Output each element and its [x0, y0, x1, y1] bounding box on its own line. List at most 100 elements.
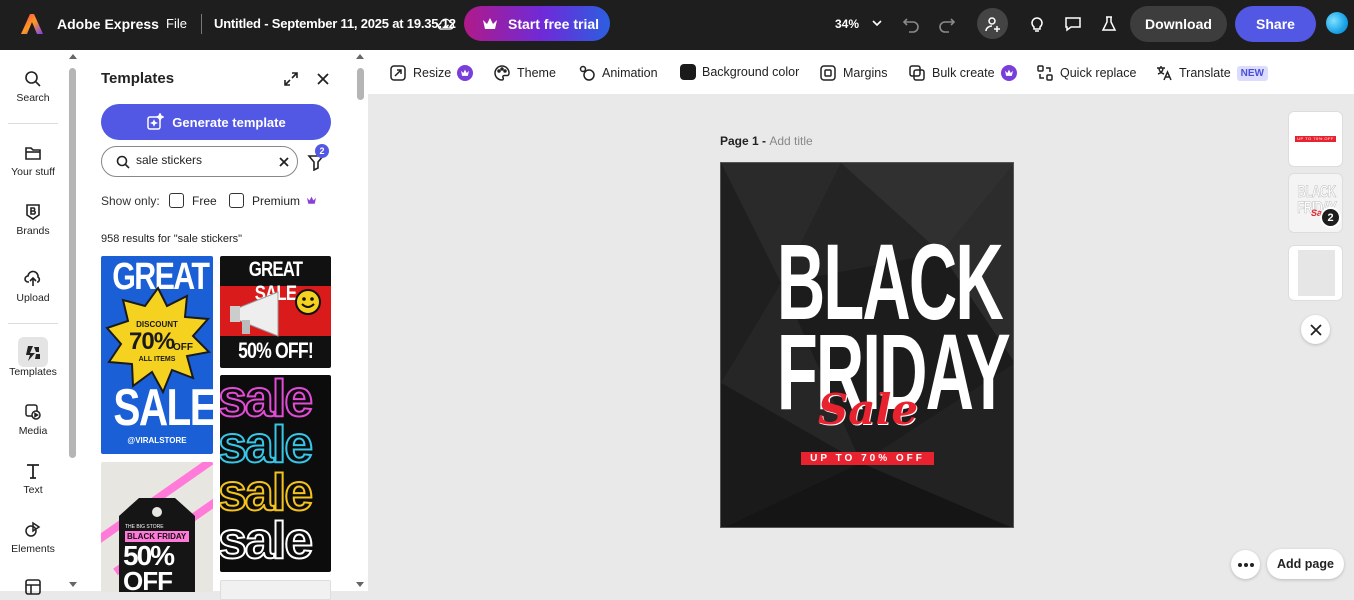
badge-subtext: ALL ITEMS [138, 356, 176, 363]
scrollbar-thumb[interactable] [69, 68, 76, 458]
rail-item-more[interactable] [0, 578, 66, 600]
rail-item-elements[interactable]: Elements [0, 521, 66, 555]
badge-off: OFF [173, 342, 193, 353]
divider [8, 123, 58, 124]
close-icon [1309, 323, 1322, 336]
share-button[interactable]: Share [1235, 6, 1316, 42]
panel-title: Templates [101, 70, 175, 87]
design-toolbar: Resize Theme Animation Background color … [368, 50, 1354, 94]
thumb-sale-text: SALE [113, 379, 213, 437]
app-title: Adobe Express [57, 16, 159, 32]
thumb-banner: UP TO 70% OFF [1295, 136, 1336, 142]
template-thumbnail-great-sale[interactable]: GREAT DISCOUNT 70% OFF ALL ITEMS SALE @V… [101, 256, 213, 454]
rail-item-text[interactable]: Text [0, 462, 66, 496]
panel-scrollbar[interactable] [352, 50, 368, 591]
rail-item-templates[interactable]: Templates [0, 344, 66, 378]
rail-label: Your stuff [11, 166, 55, 178]
zoom-level[interactable]: 34% [835, 17, 859, 31]
resize-label: Resize [413, 66, 452, 80]
cloud-sync-icon[interactable] [436, 14, 456, 34]
scroll-up-arrow[interactable] [69, 54, 77, 59]
free-checkbox[interactable] [169, 193, 184, 208]
template-thumbnail-sale-outline[interactable]: sale sale sale sale [220, 375, 331, 572]
document-title[interactable]: Untitled - September 11, 2025 at 19.35.1… [214, 16, 456, 31]
rail-item-media[interactable]: Media [0, 403, 66, 437]
quick-replace-label: Quick replace [1060, 66, 1137, 80]
theme-button[interactable]: Theme [493, 64, 556, 82]
design-banner[interactable]: UP TO 70% OFF [801, 452, 934, 465]
design-sale-script[interactable]: Sale [721, 385, 1013, 434]
more-icon [1237, 562, 1254, 567]
folder-icon [25, 147, 41, 160]
rail-scrollbar[interactable] [66, 50, 80, 591]
quick-replace-button[interactable]: Quick replace [1036, 64, 1136, 82]
page-number: Page 1 - [720, 134, 770, 148]
add-title-link[interactable]: Add title [769, 134, 812, 148]
animation-button[interactable]: Animation [578, 64, 658, 82]
start-free-trial-button[interactable]: Start free trial [464, 6, 610, 41]
crown-icon [483, 17, 497, 29]
search-icon [25, 71, 41, 87]
template-thumbnail-black-friday-tag[interactable]: THE BIG STORE BLACK FRIDAY 50% OFF [101, 462, 213, 592]
rail-label: Elements [11, 543, 55, 555]
flask-icon[interactable] [1097, 12, 1121, 36]
scroll-down-arrow[interactable] [69, 582, 77, 587]
thumb-handle: @VIRALSTORE [127, 436, 187, 445]
page-label: Page 1 - Add title [720, 134, 813, 148]
resize-button[interactable]: Resize [389, 64, 474, 82]
close-icon[interactable] [316, 72, 330, 86]
rail-item-search[interactable]: Search [0, 70, 66, 104]
scrollbar-thumb[interactable] [357, 68, 364, 100]
page-thumbnail-1[interactable]: UP TO 70% OFF [1288, 111, 1343, 167]
close-pages-button[interactable] [1301, 315, 1330, 344]
comment-icon[interactable] [1061, 12, 1085, 36]
media-icon [25, 404, 41, 420]
smiley-icon [295, 289, 321, 315]
rail-label: Text [23, 484, 43, 496]
premium-checkbox[interactable] [229, 193, 244, 208]
translate-button[interactable]: Translate NEW [1155, 64, 1268, 82]
start-free-trial-label: Start free trial [508, 15, 600, 32]
chevron-down-icon[interactable] [871, 17, 883, 29]
invite-user-button[interactable] [977, 8, 1008, 39]
margins-button[interactable]: Margins [819, 64, 887, 82]
expand-icon[interactable] [283, 71, 299, 87]
redo-icon[interactable] [935, 12, 959, 36]
elements-icon [25, 521, 41, 537]
design-canvas[interactable]: BLACK FRIDAY Sale UP TO 70% OFF [720, 162, 1014, 528]
search-input[interactable] [136, 153, 266, 167]
rail-label: Upload [16, 292, 50, 304]
add-page-button[interactable]: Add page [1267, 549, 1344, 579]
template-thumbnail-megaphone[interactable]: GREAT SALE 50% OFF! [220, 256, 331, 368]
lightbulb-icon[interactable] [1025, 12, 1049, 36]
undo-icon[interactable] [899, 12, 923, 36]
templates-icon [26, 346, 40, 361]
new-badge: NEW [1236, 65, 1268, 81]
background-color-button[interactable]: Background color [680, 64, 799, 80]
template-thumbnail-partial[interactable] [220, 580, 331, 600]
adobe-express-logo[interactable] [20, 12, 44, 36]
color-swatch [680, 64, 696, 80]
file-menu[interactable]: File [166, 16, 187, 31]
more-options-button[interactable] [1231, 550, 1260, 579]
crown-icon [307, 196, 316, 204]
divider [201, 14, 202, 34]
download-button[interactable]: Download [1130, 6, 1227, 42]
premium-crown-icon [1000, 65, 1017, 81]
bulk-create-button[interactable]: Bulk create [908, 64, 1017, 82]
template-search-field[interactable] [101, 146, 298, 177]
margins-icon [820, 65, 836, 81]
page-thumbnail-3[interactable] [1288, 245, 1343, 301]
avatar[interactable] [1326, 12, 1348, 34]
scroll-down-arrow[interactable] [356, 582, 364, 587]
add-user-icon [984, 16, 1000, 32]
clear-icon[interactable] [279, 157, 289, 167]
rail-item-brands[interactable]: Brands [0, 203, 66, 237]
scroll-up-arrow[interactable] [356, 54, 364, 59]
divider [8, 323, 58, 324]
margins-label: Margins [843, 66, 888, 80]
rail-label: Templates [9, 366, 57, 378]
generate-template-button[interactable]: Generate template [101, 104, 331, 140]
rail-item-upload[interactable]: Upload [0, 270, 66, 304]
rail-item-your-stuff[interactable]: Your stuff [0, 144, 66, 178]
